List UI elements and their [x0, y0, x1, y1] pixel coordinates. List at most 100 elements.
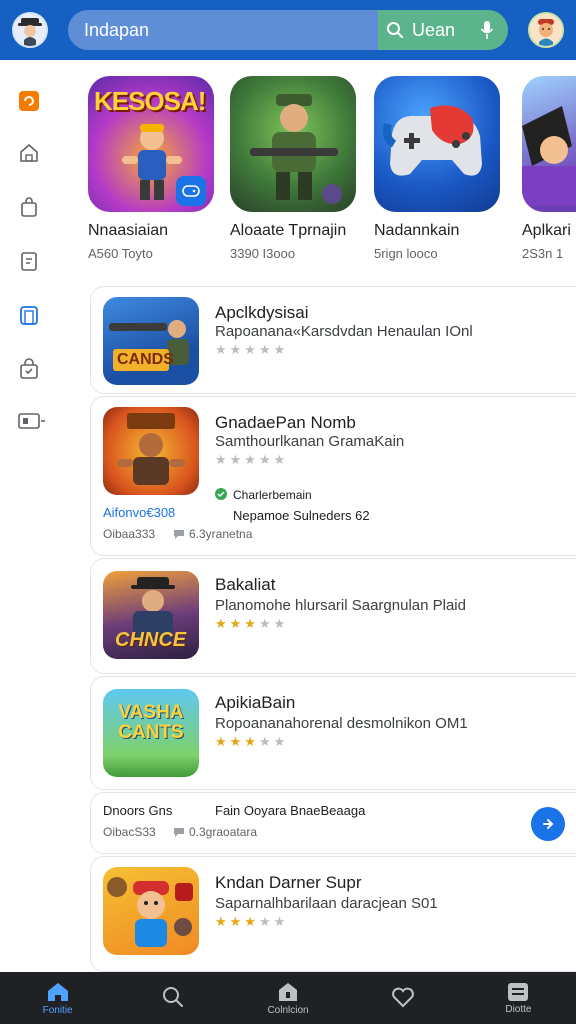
star-rating: ★★★★★	[215, 616, 289, 631]
row-title: Dnoors Gns	[103, 803, 173, 818]
nav-collection[interactable]: Colnlcion	[230, 972, 345, 1024]
featured-title: Nnaasiaian	[88, 222, 169, 239]
app-icon: CANDS	[103, 297, 199, 385]
account-avatar[interactable]	[528, 12, 564, 48]
home-outline-icon	[20, 143, 38, 162]
open-arrow-button[interactable]	[531, 807, 565, 841]
featured-banner-text: KESOSA!	[94, 86, 206, 116]
nav-search[interactable]	[115, 972, 230, 1024]
verified-badge-label: Charlerbemain	[233, 488, 312, 502]
list-icon	[508, 982, 529, 1001]
account-avatar-icon	[538, 19, 554, 46]
review-count: 0.3graoatara	[189, 825, 258, 839]
featured-app-icon: KESOSA!	[88, 76, 214, 212]
star-rating: ★★★★★	[215, 452, 289, 467]
hero-character-icon	[522, 106, 576, 206]
app-list-item[interactable]: CANDS Apclkdysisai Rapoanana«Karsdvdan H…	[90, 286, 576, 394]
app-description: Saparnalhbarilaan daracjean S01	[215, 895, 438, 912]
featured-card[interactable]: KESOSA! Nnaasiaian A560 Toyto	[88, 76, 220, 261]
app-icon-text: CHNCE	[115, 629, 187, 651]
book-icon	[20, 306, 38, 325]
app-meta: Nepamoe Sulneders 62	[233, 508, 370, 523]
app-title: Bakaliat	[215, 575, 276, 594]
star-rating: ★★★★★	[215, 914, 289, 929]
sidebar-item-offers[interactable]	[16, 356, 42, 382]
download-count: Oibaa333	[103, 527, 156, 541]
offers-bag-icon	[20, 358, 38, 379]
app-icon: CHNCE	[103, 571, 199, 659]
row-subtitle: Fain Ooyara BnaeBeaaga	[215, 803, 366, 818]
app-icon-text: CANDS	[117, 351, 174, 368]
arrow-right-icon	[543, 819, 554, 829]
nav-favorites[interactable]	[346, 972, 461, 1024]
profile-avatar[interactable]	[12, 12, 48, 48]
shooter-game-icon	[109, 320, 189, 371]
search-button[interactable]: Uean	[378, 10, 508, 50]
download-count: OibacS33	[103, 825, 156, 839]
app-list-item[interactable]: CHNCE Bakaliat Planomohe hlursaril Saarg…	[90, 558, 576, 674]
app-summary-row[interactable]: Dnoors Gns Fain Ooyara BnaeBeaaga OibacS…	[90, 792, 576, 854]
brawler-game-icon	[117, 413, 185, 485]
featured-app-icon	[522, 76, 576, 212]
comment-icon	[174, 828, 184, 837]
nav-collection-label: Colnlcion	[267, 1004, 309, 1016]
app-icon	[103, 407, 199, 495]
device-icon	[18, 413, 45, 429]
app-title: Apclkdysisai	[215, 303, 309, 322]
search-input[interactable]: Indapan	[84, 20, 149, 41]
library-icon	[21, 252, 37, 271]
app-title: GnadaePan Nomb	[215, 413, 356, 432]
featured-card[interactable]: Nadannkain 5rign looco	[374, 76, 506, 261]
nav-more[interactable]: Diotte	[461, 972, 576, 1024]
search-icon	[387, 22, 403, 38]
app-list-item[interactable]: VASHA CANTS ApikiaBain Ropoananahorenal …	[90, 676, 576, 790]
profile-avatar-icon	[18, 18, 42, 46]
store-icon	[279, 982, 297, 1001]
app-title: Kndan Darner Supr	[215, 873, 362, 892]
sidebar-item-devices[interactable]	[16, 408, 48, 434]
featured-card[interactable]: Aplkari 2S3n 1	[522, 76, 576, 261]
star-rating: ★★★★★	[215, 342, 289, 357]
app-title: ApikiaBain	[215, 693, 296, 712]
featured-title: Aplkari	[522, 222, 571, 239]
gamepad-badge-icon	[182, 185, 200, 197]
party-game-icon	[107, 877, 193, 947]
featured-subtitle: 5rign looco	[374, 246, 438, 261]
sidebar-item-library[interactable]	[16, 248, 42, 274]
app-icon	[103, 867, 199, 955]
sidebar-item-home[interactable]	[16, 140, 42, 166]
gamepad-icon	[382, 105, 482, 176]
sidebar-item-books[interactable]	[16, 302, 42, 328]
nav-home[interactable]: Fonitie	[0, 972, 115, 1024]
featured-card[interactable]: Aloaate Tprnajin 3390 I3ooo	[230, 76, 362, 261]
play-store-app: Indapan Uean KESOSA! Nnaasiaian A560 Toy…	[0, 0, 576, 1024]
app-description: Samthourlkanan GramaKain	[215, 433, 405, 450]
app-list-item[interactable]: Kndan Darner Supr Saparnalhbarilaan dara…	[90, 856, 576, 972]
microphone-icon[interactable]	[480, 20, 494, 40]
search-button-label: Uean	[412, 19, 456, 40]
sidebar-item-shop[interactable]	[16, 194, 42, 220]
install-badge[interactable]	[176, 176, 206, 206]
search-bar[interactable]: Indapan Uean	[68, 10, 508, 50]
soldier-character-icon	[250, 94, 342, 204]
review-count: 6.3yranetna	[189, 527, 253, 541]
sidebar-item-featured[interactable]	[16, 88, 42, 114]
home-icon	[47, 982, 68, 1001]
heart-icon	[392, 987, 415, 1008]
top-app-bar: Indapan Uean	[0, 0, 576, 60]
shopping-bag-icon	[21, 197, 37, 217]
featured-subtitle: 3390 I3ooo	[230, 246, 296, 261]
star-rating: ★★★★★	[215, 734, 289, 749]
side-navigation	[0, 60, 58, 972]
nav-home-label: Fonitie	[42, 1004, 73, 1016]
nav-more-label: Diotte	[505, 1003, 532, 1015]
search-icon	[162, 987, 183, 1007]
app-list-item[interactable]: GnadaePan Nomb Samthourlkanan GramaKain …	[90, 396, 576, 556]
verified-check-icon	[215, 488, 227, 500]
app-description: Ropoananahorenal desmolnikon OM1	[215, 715, 468, 732]
featured-carousel: KESOSA! Nnaasiaian A560 Toyto Aloaate Tp…	[88, 76, 576, 276]
app-link[interactable]: Aifonvo€308	[103, 505, 175, 520]
app-description: Rapoanana«Karsdvdan Henaulan IOnl	[215, 323, 473, 340]
bottom-navigation: Fonitie Colnlcion Diotte	[0, 972, 576, 1024]
featured-app-icon	[374, 76, 500, 212]
